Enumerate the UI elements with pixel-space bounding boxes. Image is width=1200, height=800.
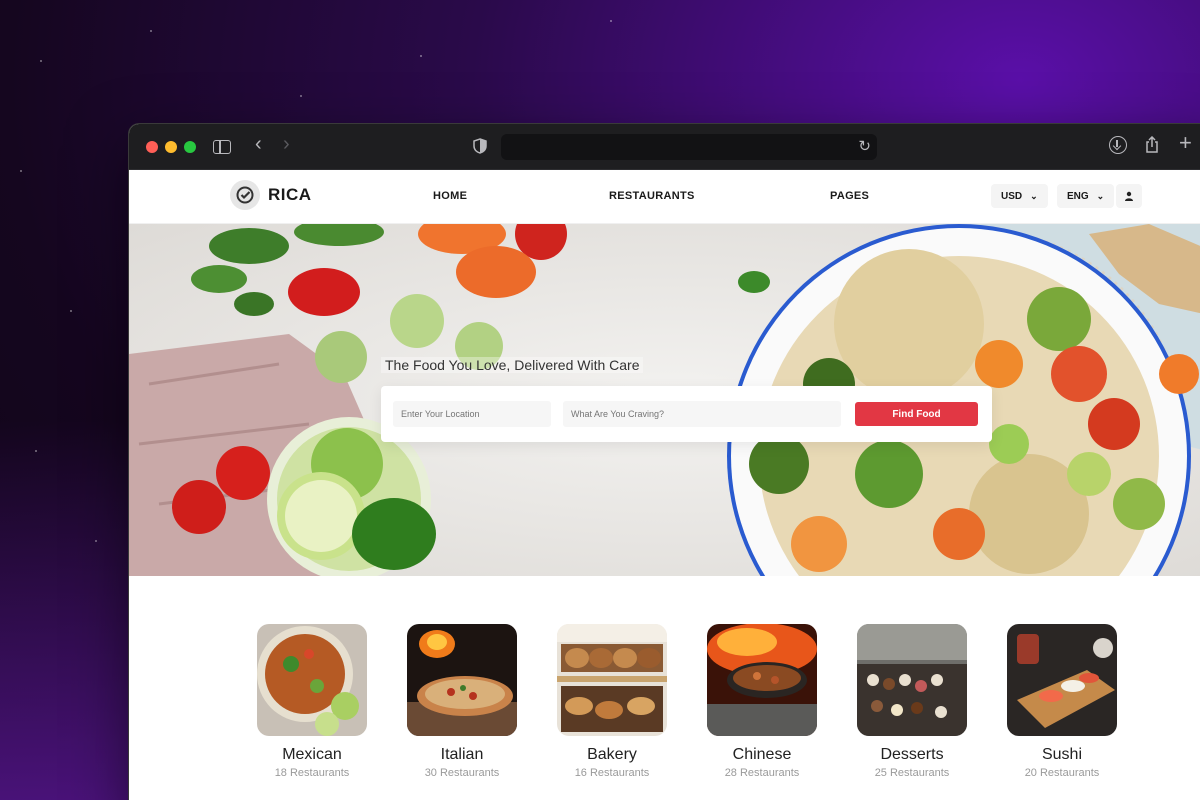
category-name: Desserts (880, 746, 944, 763)
new-tab-icon[interactable]: + (1179, 132, 1192, 154)
forward-icon[interactable]: › (283, 134, 290, 154)
nav-pages-link[interactable]: PAGES (830, 190, 869, 202)
category-card-sushi[interactable]: Sushi 20 Restaurants (1007, 624, 1117, 779)
hero-banner: The Food You Love, Delivered With Care F… (129, 224, 1200, 576)
shield-icon[interactable] (473, 138, 487, 154)
category-card-bakery[interactable]: Bakery 16 Restaurants (557, 624, 667, 779)
currency-value: USD (1001, 190, 1023, 202)
category-count: 18 Restaurants (274, 767, 350, 779)
category-name: Mexican (282, 746, 342, 763)
category-count: 20 Restaurants (1024, 767, 1100, 779)
check-badge-icon (230, 180, 260, 210)
category-image (557, 624, 667, 736)
craving-input[interactable] (563, 401, 841, 427)
zoom-window-button[interactable] (184, 141, 196, 153)
hero-tagline: The Food You Love, Delivered With Care (381, 357, 644, 373)
backdrop-glow (0, 420, 130, 800)
category-card-desserts[interactable]: Desserts 25 Restaurants (857, 624, 967, 779)
category-count: 16 Restaurants (574, 767, 650, 779)
find-food-button[interactable]: Find Food (855, 402, 978, 426)
website: RICA HOME RESTAURANTS PAGES USD ⌄ ENG ⌄ (129, 170, 1200, 800)
location-input[interactable] (393, 401, 551, 427)
brand-logo[interactable]: RICA (230, 180, 312, 210)
category-card-italian[interactable]: Italian 30 Restaurants (407, 624, 517, 779)
category-image (257, 624, 367, 736)
close-window-button[interactable] (146, 141, 158, 153)
language-value: ENG (1067, 190, 1089, 202)
category-section: Mexican 18 Restaurants Italian 30 Restau… (129, 576, 1200, 800)
language-select[interactable]: ENG ⌄ (1057, 184, 1115, 208)
brand-name: RICA (268, 185, 312, 204)
category-count: 30 Restaurants (424, 767, 500, 779)
browser-window: ‹ › ↻ + RICA HOME RESTAURANTS PAGES USD … (129, 124, 1200, 800)
currency-select[interactable]: USD ⌄ (991, 184, 1048, 208)
category-name: Italian (440, 746, 484, 763)
category-name: Chinese (732, 746, 792, 763)
food-search-form: Find Food (381, 386, 992, 442)
category-name: Sushi (1041, 746, 1083, 763)
category-image (1007, 624, 1117, 736)
category-count: 25 Restaurants (874, 767, 950, 779)
download-icon[interactable] (1109, 136, 1127, 154)
back-icon[interactable]: ‹ (255, 134, 262, 154)
category-card-chinese[interactable]: Chinese 28 Restaurants (707, 624, 817, 779)
category-card-mexican[interactable]: Mexican 18 Restaurants (257, 624, 367, 779)
address-bar[interactable]: ↻ (501, 134, 877, 160)
chevron-down-icon: ⌄ (1096, 190, 1105, 201)
sidebar-icon[interactable] (213, 140, 231, 154)
nav-restaurants-link[interactable]: RESTAURANTS (609, 190, 695, 202)
chevron-down-icon: ⌄ (1030, 190, 1038, 201)
reload-icon[interactable]: ↻ (858, 137, 871, 155)
browser-toolbar: ‹ › ↻ + (129, 124, 1200, 170)
user-account-button[interactable] (1116, 184, 1142, 208)
category-image (707, 624, 817, 736)
minimize-window-button[interactable] (165, 141, 177, 153)
share-icon[interactable] (1145, 135, 1159, 153)
category-image (407, 624, 517, 736)
category-count: 28 Restaurants (724, 767, 800, 779)
category-image (857, 624, 967, 736)
site-navbar: RICA HOME RESTAURANTS PAGES USD ⌄ ENG ⌄ (129, 170, 1200, 224)
category-name: Bakery (587, 746, 637, 763)
user-icon (1125, 191, 1133, 201)
nav-home-link[interactable]: HOME (433, 190, 467, 202)
